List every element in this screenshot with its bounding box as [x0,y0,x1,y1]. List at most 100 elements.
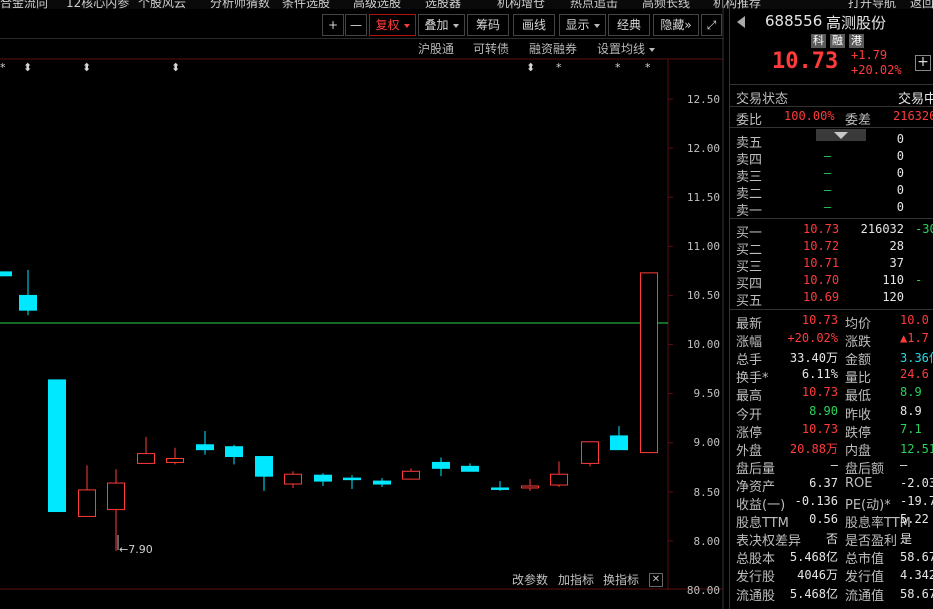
buy-level-price: 10.71 [803,256,840,270]
y-tick-label: 10.00 [686,338,720,351]
stat-value: 4046万 [797,568,838,583]
stat-label: 金额 [845,353,872,369]
stat-label: 涨跌 [845,335,872,351]
candle-body [461,465,479,472]
candle-body [166,457,184,463]
buy-level-volume: 37 [889,256,904,270]
stock-code: 688556 [765,12,823,30]
candle-body [284,473,302,485]
sell-level-price: — [824,149,832,163]
stat-value: 8.9 [900,403,922,418]
candle-body [19,294,37,311]
stat-label: 换手* [736,371,769,387]
candle-body [137,453,155,464]
divider [730,127,933,128]
tag-badge: 科 [811,34,826,48]
stat-label: 最新 [736,317,763,332]
stat-label: 量比 [845,371,872,387]
candle-body [432,461,450,469]
stat-label: 净资产 [736,479,776,495]
stat-label: PE(动)* [845,498,891,513]
stat-label: 内盘 [845,443,872,459]
sell-level-volume: 0 [896,183,904,197]
weibi-value: 100.00% [784,109,835,123]
weicha-label: 委差 [845,113,872,128]
y-tick-label: 11.50 [686,191,720,204]
stat-label: 发行值 [845,570,885,586]
stat-label: 总市值 [845,552,885,568]
stat-value: -2.03 [900,475,933,490]
stat-label: 流通股 [736,588,776,604]
stat-label: ROE [845,475,873,491]
stat-value: 5.22 [900,512,929,527]
price-change-pct: +20.02% [851,63,902,77]
candle-body [640,272,658,454]
stat-label: 外盘 [736,443,763,459]
candle-body [402,470,420,480]
candle-body [107,482,125,511]
stat-value: ▲1.7 [900,331,929,346]
sell-level-label: 卖一 [736,204,763,219]
stat-value: +20.02% [787,331,838,346]
stat-value: — [830,457,838,472]
stat-value: — [900,457,908,472]
stat-value: 24.6 [900,367,929,382]
stat-value: 5.468亿 [789,586,838,601]
huanzhibiao-button[interactable]: 换指标 [603,571,639,588]
stat-label: 最低 [845,389,872,405]
buy-level-change: - [915,273,923,287]
stock-name: 高测股份 [826,14,887,32]
stat-value: 33.40万 [789,351,838,366]
tag-badge: 融 [830,34,845,48]
candle-body [0,271,12,277]
trade-status-label: 交易状态 [736,92,789,107]
y-tick-label: 8.00 [693,535,721,548]
buy-level-price: 10.72 [803,239,840,253]
candle-body [255,456,273,477]
low-annotation: ←7.90 [119,543,153,556]
candle-body [373,480,391,485]
trade-status-value: 交易中 [898,92,933,107]
sell-level-price: — [824,200,832,214]
stat-value: -0.136 [794,494,838,508]
buy-level-label: 买五 [736,294,763,309]
stat-value: 6.37 [809,475,838,490]
candle-body [581,441,599,464]
stat-value: 10.73 [801,421,838,436]
y-tick-label: 8.50 [693,486,721,499]
y-axis-ticks [668,98,673,542]
stat-value: 10.73 [801,313,838,327]
divider [730,309,933,310]
close-icon[interactable]: ✕ [649,573,663,587]
sell-level-volume: 0 [896,132,904,146]
quote-panel: 688556 高测股份 科 融 港 10.73 +1.79 +20.02% + … [729,0,933,609]
y-tick-label: 12.00 [686,142,720,155]
y-tick-label: 9.50 [693,387,721,400]
buy-level-volume: 110 [882,273,904,287]
prev-stock-icon[interactable] [737,16,745,28]
stat-label: 跌停 [845,425,872,441]
collapse-button[interactable] [816,129,866,141]
candle-body [610,435,628,451]
add-watchlist-button[interactable]: + [915,55,931,71]
stat-value: 10.73 [801,385,838,400]
candle-body [521,485,539,489]
stat-value: 否 [825,532,838,547]
stat-label: 涨停 [736,425,763,441]
kline-chart[interactable] [0,0,724,609]
gaicanshu-button[interactable]: 改参数 [512,571,548,588]
jiazhibiao-button[interactable]: 加指标 [558,571,594,588]
stat-label: 涨幅 [736,335,763,351]
buy-level-volume: 120 [882,290,904,304]
stat-label: 总股本 [736,552,776,568]
stat-value: 6.11% [801,367,838,382]
stat-value: 7.1 [900,421,922,436]
stat-value: 20.88万 [789,441,838,456]
buy-level-price: 10.69 [803,290,840,304]
weibi-label: 委比 [736,113,763,128]
divider [730,106,933,107]
stat-label: 盘后量 [736,461,776,477]
candle-body [343,477,361,481]
candle-body [225,446,243,458]
stat-value: 58.67亿 [900,586,933,601]
